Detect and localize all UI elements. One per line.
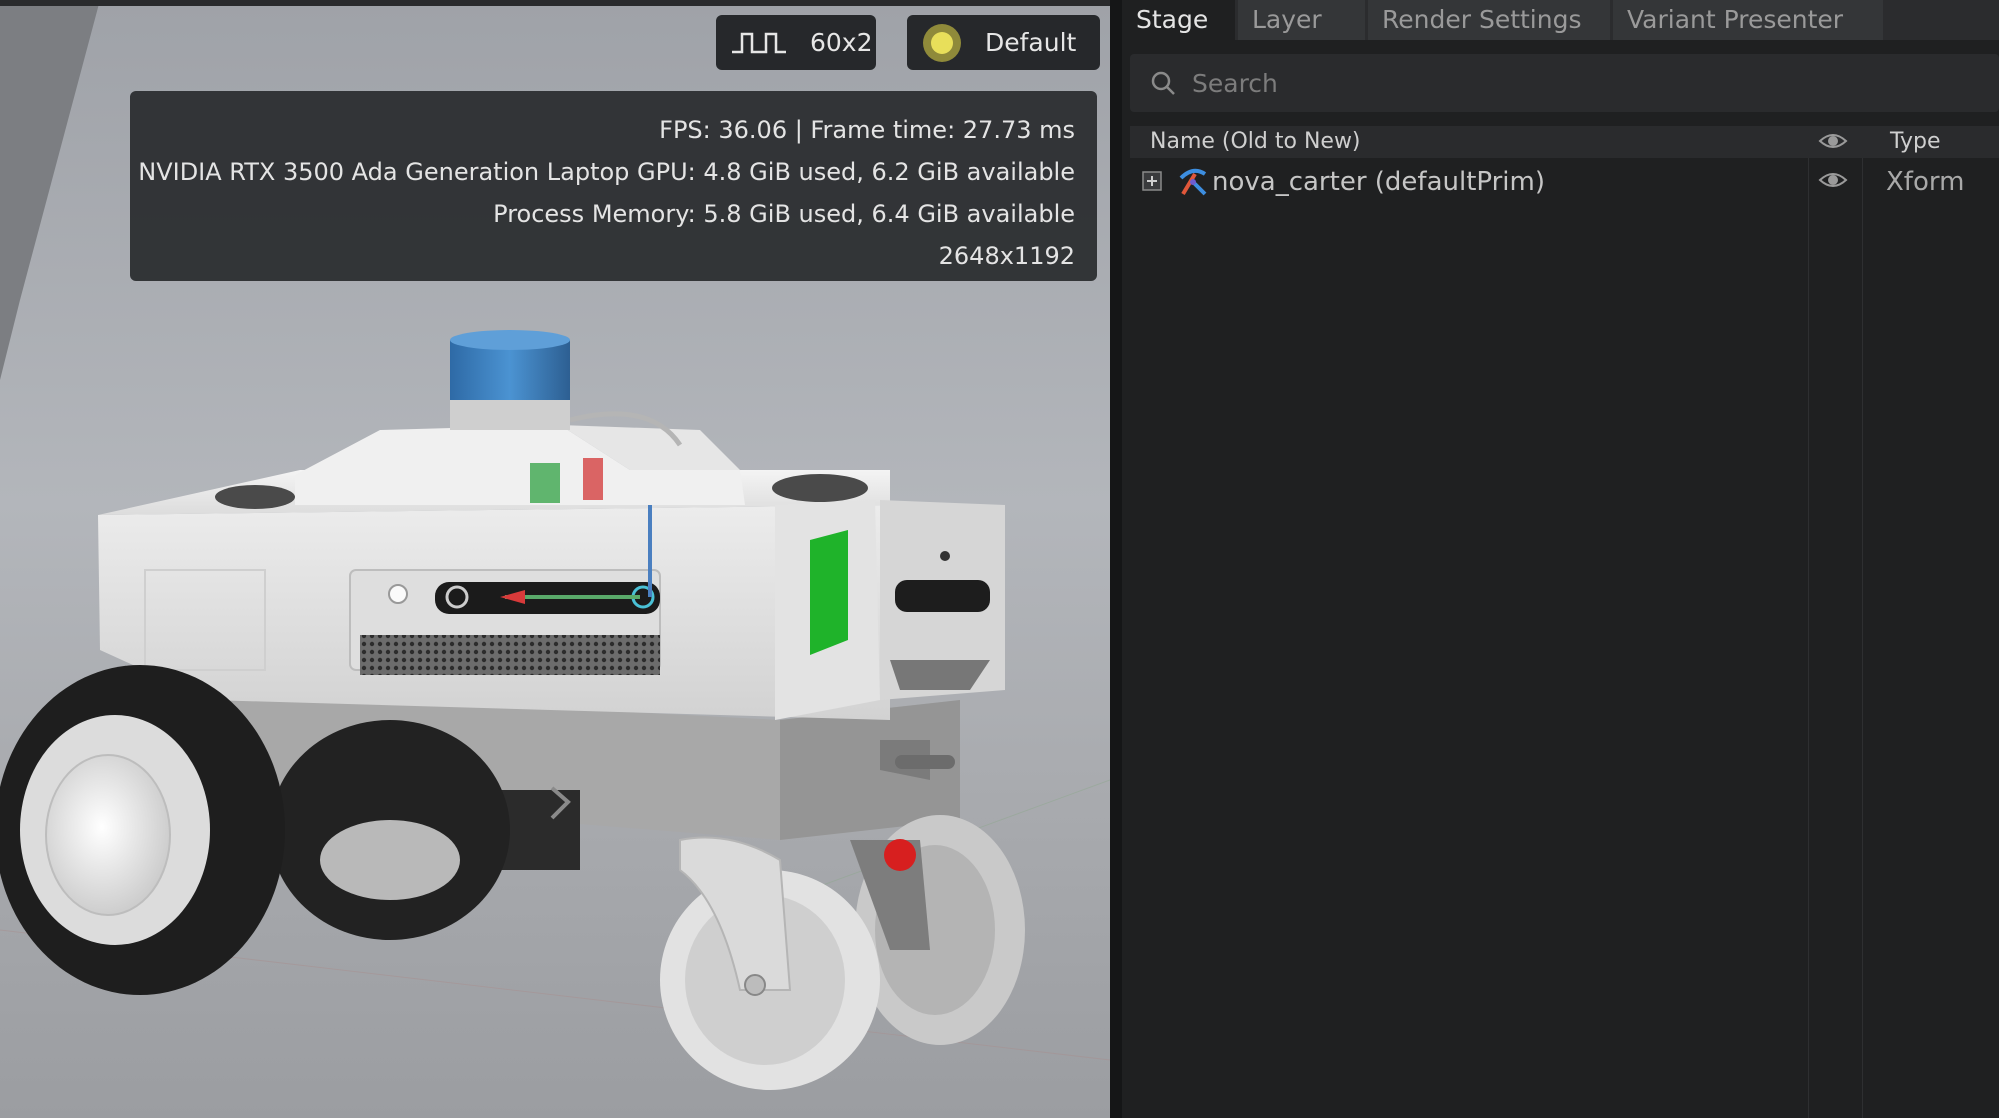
tab-variant-presenter[interactable]: Variant Presenter <box>1613 0 1883 40</box>
tab-stage[interactable]: Stage <box>1122 0 1235 40</box>
tab-render-settings[interactable]: Render Settings <box>1368 0 1610 40</box>
wall-shadow <box>0 0 100 380</box>
panel-tab-bar: Stage Layer Render Settings Variant Pres… <box>1122 0 1999 40</box>
fps-render-label: 60x2 <box>810 28 873 57</box>
front-grille <box>360 635 660 675</box>
resolution-readout: 2648x1192 <box>938 242 1075 270</box>
process-memory-readout: Process Memory: 5.8 GiB used, 6.4 GiB av… <box>493 200 1075 228</box>
prim-type: Xform <box>1886 167 1965 197</box>
search-icon <box>1151 71 1175 95</box>
viewport[interactable]: 60x2 Default FPS: 36.06 | Frame time: 27… <box>0 0 1110 1118</box>
search-bar <box>1130 54 1999 112</box>
fps-render-button[interactable]: 60x2 <box>716 15 876 70</box>
tab-layer[interactable]: Layer <box>1238 0 1365 40</box>
column-divider <box>1808 158 1809 1118</box>
tree-row-nova-carter[interactable]: nova_carter (defaultPrim) Xform <box>1130 162 1999 204</box>
xform-prim-icon <box>1179 168 1207 196</box>
search-input[interactable] <box>1190 67 1894 99</box>
status-light-green <box>810 530 848 655</box>
fps-readout: FPS: 36.06 | Frame time: 27.73 ms <box>659 116 1075 144</box>
prim-name: nova_carter (defaultPrim) <box>1212 167 1545 197</box>
column-header-name[interactable]: Name (Old to New) <box>1150 129 1361 154</box>
side-camera <box>895 580 990 612</box>
lighting-mode-button[interactable]: Default <box>907 15 1100 70</box>
stage-tree-header: Name (Old to New) Type <box>1130 126 1999 158</box>
sun-icon <box>923 23 961 62</box>
panel-splitter[interactable] <box>1110 0 1122 1118</box>
column-divider <box>1862 158 1863 1118</box>
column-header-type[interactable]: Type <box>1890 129 1941 154</box>
viewport-top-bar <box>0 0 1110 6</box>
visibility-eye-icon[interactable] <box>1818 170 1848 190</box>
expand-plus-icon[interactable] <box>1142 171 1162 191</box>
lighting-mode-label: Default <box>985 28 1077 57</box>
emergency-button <box>884 839 916 871</box>
stats-overlay: FPS: 36.06 | Frame time: 27.73 ms NVIDIA… <box>130 91 1097 281</box>
stage-panel: Stage Layer Render Settings Variant Pres… <box>1122 0 1999 1118</box>
pulse-wave-icon <box>732 32 786 53</box>
eye-icon[interactable] <box>1818 131 1848 151</box>
gpu-memory-readout: NVIDIA RTX 3500 Ada Generation Laptop GP… <box>138 158 1075 186</box>
